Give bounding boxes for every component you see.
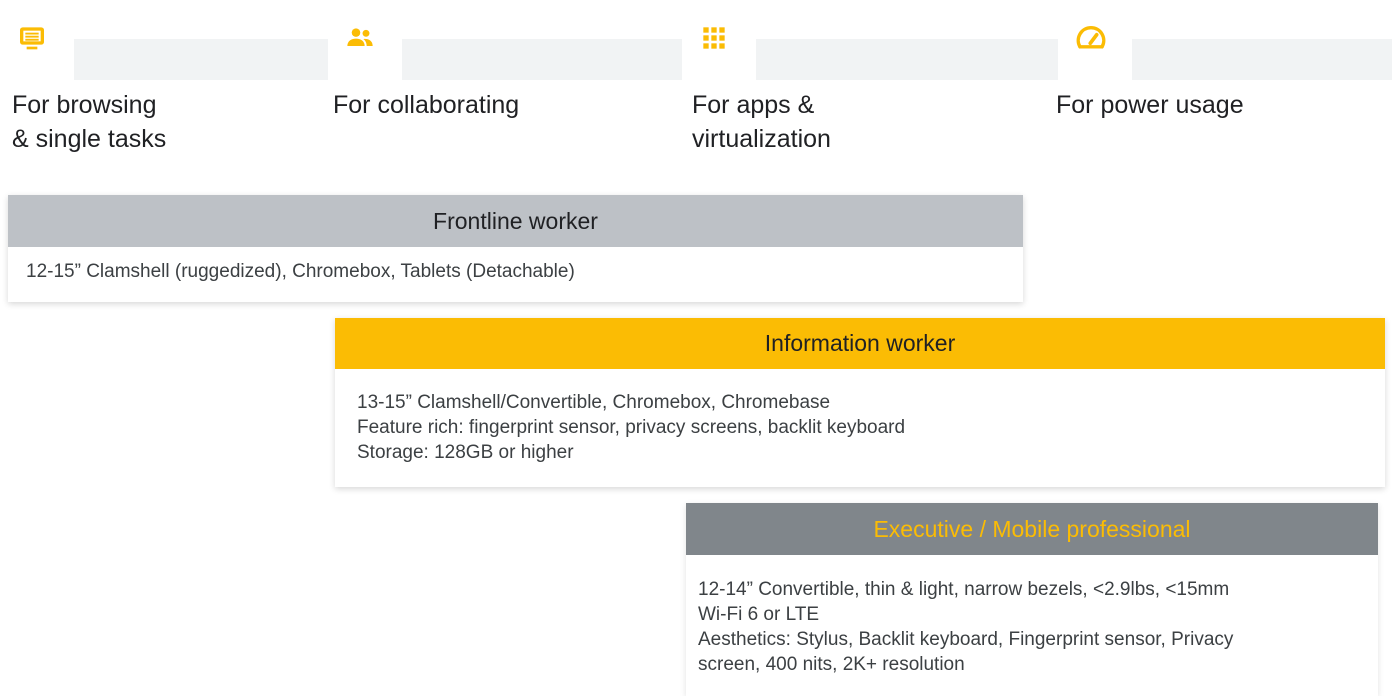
category-apps-title: For apps & virtualization xyxy=(692,91,831,153)
category-power-icon-tile xyxy=(1058,0,1132,84)
category-power-title: For power usage xyxy=(1056,91,1244,119)
information-worker-card: Information worker 13-15” Clamshell/Conv… xyxy=(335,318,1385,487)
category-apps-icon-tile xyxy=(682,0,756,84)
frontline-worker-header: Frontline worker xyxy=(8,195,1023,247)
frontline-worker-details: 12-15” Clamshell (ruggedized), Chromebox… xyxy=(8,259,1023,284)
executive-card: Executive / Mobile professional 12-14” C… xyxy=(686,503,1378,696)
apps-grid-icon xyxy=(703,27,725,49)
frontline-worker-title: Frontline worker xyxy=(433,207,598,234)
detail-line: Aesthetics: Stylus, Backlit keyboard, Fi… xyxy=(698,629,1234,650)
detail-line: Wi-Fi 6 or LTE xyxy=(698,604,820,625)
detail-line: 13-15” Clamshell/Convertible, Chromebox,… xyxy=(357,392,831,413)
information-worker-header: Information worker xyxy=(335,318,1385,369)
people-icon xyxy=(347,28,373,46)
detail-line: screen, 400 nits, 2K+ resolution xyxy=(698,654,965,675)
executive-header: Executive / Mobile professional xyxy=(686,503,1378,555)
category-browsing-title: For browsing & single tasks xyxy=(12,91,167,153)
detail-line: 12-15” Clamshell (ruggedized), Chromebox… xyxy=(26,261,575,282)
detail-line: 12-14” Convertible, thin & light, narrow… xyxy=(698,579,1230,600)
speedometer-icon xyxy=(1076,25,1106,49)
category-collaborating-title: For collaborating xyxy=(333,91,520,119)
monitor-icon xyxy=(20,27,44,50)
information-worker-details: 13-15” Clamshell/Convertible, Chromebox,… xyxy=(335,390,1385,465)
executive-title: Executive / Mobile professional xyxy=(873,515,1191,542)
category-browsing-icon-tile xyxy=(0,0,74,84)
detail-line: Feature rich: fingerprint sensor, privac… xyxy=(357,417,906,438)
information-worker-title: Information worker xyxy=(764,330,956,356)
category-collaborating-icon-tile xyxy=(328,0,402,84)
executive-details: 12-14” Convertible, thin & light, narrow… xyxy=(686,577,1378,677)
detail-line: Storage: 128GB or higher xyxy=(357,442,574,463)
frontline-worker-card: Frontline worker 12-15” Clamshell (rugge… xyxy=(8,195,1023,302)
